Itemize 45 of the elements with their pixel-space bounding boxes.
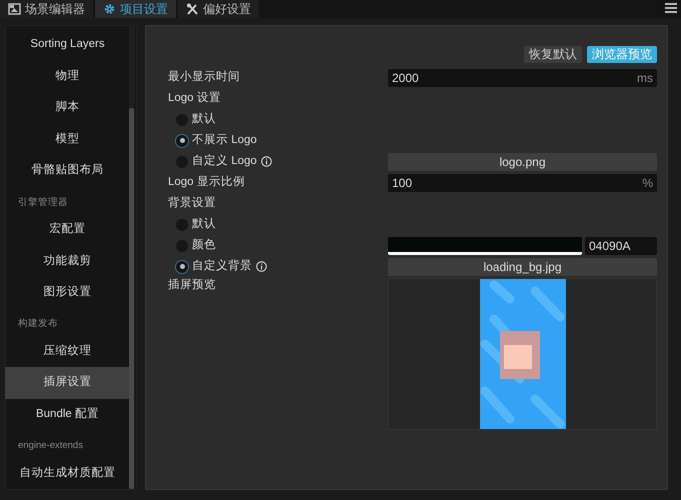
radio-button[interactable] (176, 134, 188, 146)
sidebar-group-label: 构建发布 (17, 317, 59, 332)
sidebar-item[interactable]: 压缩纹理 (6, 336, 129, 368)
setting-label: 最小显示时间 (168, 70, 241, 85)
sidebar-item[interactable]: 功能裁剪 (6, 245, 129, 277)
option-label: 不展示 Logo (192, 132, 257, 148)
tools-icon (186, 3, 199, 15)
tab[interactable]: 场景编辑器 (0, 0, 93, 18)
option-label: 默认 (192, 216, 216, 232)
sidebar-item[interactable]: Sorting Layers (6, 29, 129, 61)
option-label: 默认 (192, 112, 216, 127)
option-label: 自定义背景 (192, 258, 252, 274)
info-icon[interactable] (256, 261, 267, 272)
setting-label: Logo 显示比例 (168, 174, 246, 190)
sidebar-item[interactable]: 自动生成材质配置 (6, 458, 129, 490)
image-icon (8, 3, 21, 15)
sidebar-item[interactable]: 图形设置 (6, 276, 129, 308)
sidebar-group-label: engine-extends (17, 439, 84, 454)
gear-icon (103, 3, 116, 15)
option-label: 颜色 (192, 238, 216, 253)
sidebar-item[interactable]: 模型 (6, 124, 129, 156)
file-picker-button[interactable]: logo.png (388, 152, 657, 170)
setting-label: 插屏预览 (168, 278, 217, 293)
color-swatch[interactable] (388, 236, 582, 254)
reset-default-button[interactable]: 恢复默认 (524, 46, 582, 63)
unit-label: ms (637, 70, 653, 84)
tab[interactable]: 项目设置 (95, 0, 176, 18)
unit-label: % (642, 176, 653, 190)
info-icon[interactable] (260, 156, 272, 167)
sidebar-item[interactable]: 骨骼贴图布局 (6, 155, 129, 187)
sidebar-item[interactable]: 物理 (6, 60, 129, 92)
tab[interactable]: 偏好设置 (178, 0, 259, 18)
sidebar-item[interactable]: Bundle 配置 (6, 398, 129, 430)
radio-button[interactable] (176, 260, 188, 272)
scrollbar-thumb[interactable] (129, 108, 134, 489)
sidebar-item[interactable]: 脚本 (6, 92, 129, 124)
file-picker-button[interactable]: loading_bg.jpg (388, 258, 657, 276)
menu-icon[interactable] (665, 3, 677, 14)
setting-label: 背景设置 (168, 196, 217, 211)
setting-label: Logo 设置 (168, 90, 222, 106)
sidebar-item[interactable]: 插屏设置 (5, 367, 130, 399)
sidebar-item[interactable]: 宏配置 (6, 214, 129, 246)
sidebar-group-label: 引擎管理器 (17, 196, 69, 210)
hex-field[interactable]: 04090A (585, 236, 657, 254)
option-label: 自定义 Logo (192, 153, 257, 169)
